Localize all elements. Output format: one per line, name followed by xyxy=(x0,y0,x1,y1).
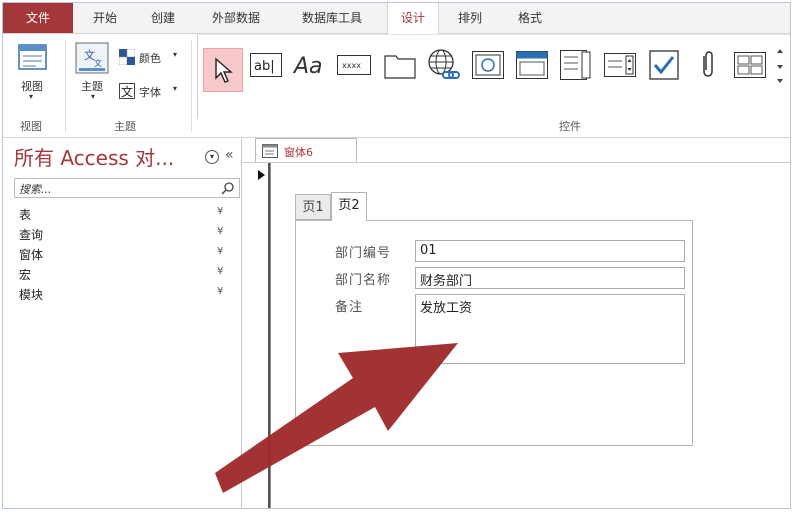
combo-control-button[interactable] xyxy=(603,48,637,82)
subform-icon xyxy=(734,52,766,78)
checkbox-control-button[interactable] xyxy=(647,48,681,82)
colors-button[interactable]: 颜色 ▾ xyxy=(119,48,183,68)
fonts-button[interactable]: 文 字体 ▾ xyxy=(119,82,183,102)
svg-text:文: 文 xyxy=(121,84,133,99)
tab-home[interactable]: 开始 xyxy=(77,3,133,33)
svg-text:文: 文 xyxy=(94,58,102,68)
gallery-scroll-icon xyxy=(777,49,783,83)
tab-control-button[interactable] xyxy=(383,48,417,82)
navigation-pane: 所有 Access 对... ▾ « 搜索... 表 ¥ 查询 ¥ 窗体 ¥ 宏… xyxy=(9,138,242,508)
colors-label: 颜色 xyxy=(139,52,161,65)
nav-pane-title[interactable]: 所有 Access 对... xyxy=(14,142,174,171)
nav-item-tables[interactable]: 表 xyxy=(19,206,31,223)
more-control-button[interactable] xyxy=(733,48,767,82)
folder-icon xyxy=(384,55,416,79)
nav-item-forms[interactable]: 窗体 xyxy=(19,246,43,263)
theme-icon: 文 文 xyxy=(75,42,109,74)
chevron-down-icon[interactable]: ¥ xyxy=(217,226,223,237)
tab-create[interactable]: 创建 xyxy=(135,3,191,33)
listbox-icon xyxy=(604,53,636,77)
label-icon: Aa xyxy=(293,54,323,79)
view-icon xyxy=(18,44,47,70)
option-group-control-button[interactable] xyxy=(559,48,593,82)
form-icon xyxy=(262,144,278,158)
group-label-view: 视图 xyxy=(20,120,42,133)
globe-link-icon xyxy=(428,49,460,79)
document-area: 窗体6 页1 页2 部门编号 01 部门名称 财务部门 备注 发放工资 xyxy=(243,138,790,508)
separator xyxy=(65,40,66,132)
paperclip-icon xyxy=(703,51,713,77)
nav-search-input[interactable]: 搜索... xyxy=(14,178,240,198)
label-control-button[interactable]: Aa xyxy=(293,48,327,82)
chevron-down-icon[interactable]: ¥ xyxy=(217,266,223,277)
tab-page1[interactable]: 页1 xyxy=(295,194,331,220)
view-button[interactable]: 视图 ▾ xyxy=(11,40,55,110)
dept-id-field[interactable]: 01 xyxy=(415,240,685,262)
fonts-dropdown-icon: ▾ xyxy=(173,84,178,93)
vertical-ruler-edge xyxy=(265,163,270,508)
nav-search-placeholder: 搜索... xyxy=(19,183,52,196)
view-dropdown-icon: ▾ xyxy=(29,92,34,101)
colors-dropdown-icon: ▾ xyxy=(173,50,178,59)
tab-underline xyxy=(243,162,790,163)
fonts-icon: 文 xyxy=(119,83,135,99)
colors-icon xyxy=(119,49,135,65)
theme-button[interactable]: 文 文 主题 ▾ xyxy=(71,40,115,110)
attachment-control-button[interactable] xyxy=(691,48,725,82)
chevron-down-icon[interactable]: ¥ xyxy=(217,246,223,257)
chevron-down-icon[interactable]: ¥ xyxy=(217,286,223,297)
tab-database-tools[interactable]: 数据库工具 xyxy=(285,3,379,33)
ribbon-tab-bar: 文件 开始 创建 外部数据 数据库工具 设计 排列 格式 xyxy=(3,3,790,34)
web-browser-control-button[interactable] xyxy=(471,48,505,82)
nav-item-modules[interactable]: 模块 xyxy=(19,286,43,303)
group-label-controls: 控件 xyxy=(559,120,581,133)
access-window: 文件 开始 创建 外部数据 数据库工具 设计 排列 格式 视图 ▾ 视图 文 文… xyxy=(2,2,791,509)
svg-text:ab|: ab| xyxy=(254,59,275,74)
tab-external-data[interactable]: 外部数据 xyxy=(195,3,277,33)
separator xyxy=(191,40,192,132)
field-label-dept-name: 部门名称 xyxy=(335,273,392,288)
tab-format[interactable]: 格式 xyxy=(503,3,557,33)
button-control-button[interactable]: xxxx xyxy=(337,48,371,82)
field-label-dept-id: 部门编号 xyxy=(335,246,392,261)
dept-name-field[interactable]: 财务部门 xyxy=(415,267,685,289)
nav-dropdown-icon[interactable]: ▾ xyxy=(205,150,219,164)
hyperlink-control-button[interactable] xyxy=(427,48,461,82)
notes-field[interactable]: 发放工资 xyxy=(415,294,685,364)
tab-design[interactable]: 设计 xyxy=(387,3,439,34)
chevron-down-icon[interactable]: ¥ xyxy=(217,206,223,217)
svg-text:Aa: Aa xyxy=(293,54,323,79)
textbox-icon: ab| xyxy=(250,53,282,77)
button-icon: xxxx xyxy=(337,55,371,75)
gallery-scroll[interactable] xyxy=(773,48,787,83)
nav-item-macros[interactable]: 宏 xyxy=(19,266,31,283)
checkbox-icon xyxy=(649,50,679,80)
select-tool-button[interactable] xyxy=(203,48,243,92)
tab-page2[interactable]: 页2 xyxy=(331,192,367,221)
group-label-theme: 主题 xyxy=(114,120,136,133)
fonts-label: 字体 xyxy=(139,86,161,99)
web-browser-icon xyxy=(472,51,504,79)
theme-dropdown-icon: ▾ xyxy=(91,92,96,101)
search-icon[interactable] xyxy=(221,181,235,195)
tab-file[interactable]: 文件 xyxy=(3,3,73,33)
nav-collapse-icon[interactable]: « xyxy=(225,147,234,163)
document-tab-form6[interactable]: 窗体6 xyxy=(255,138,357,162)
ribbon: 视图 ▾ 视图 文 文 主题 ▾ 颜色 ▾ 文 字体 ▾ 主题 ab| Aa x… xyxy=(3,34,790,138)
pointer-icon xyxy=(215,57,233,83)
svg-text:xxxx: xxxx xyxy=(342,61,361,70)
document-tab-label: 窗体6 xyxy=(284,146,313,159)
navigation-icon xyxy=(516,51,548,79)
textbox-control-button[interactable]: ab| xyxy=(249,48,283,82)
navigation-control-button[interactable] xyxy=(515,48,549,82)
option-group-icon xyxy=(560,50,591,80)
field-label-notes: 备注 xyxy=(335,300,364,315)
nav-item-queries[interactable]: 查询 xyxy=(19,226,43,243)
tab-arrange[interactable]: 排列 xyxy=(443,3,497,33)
